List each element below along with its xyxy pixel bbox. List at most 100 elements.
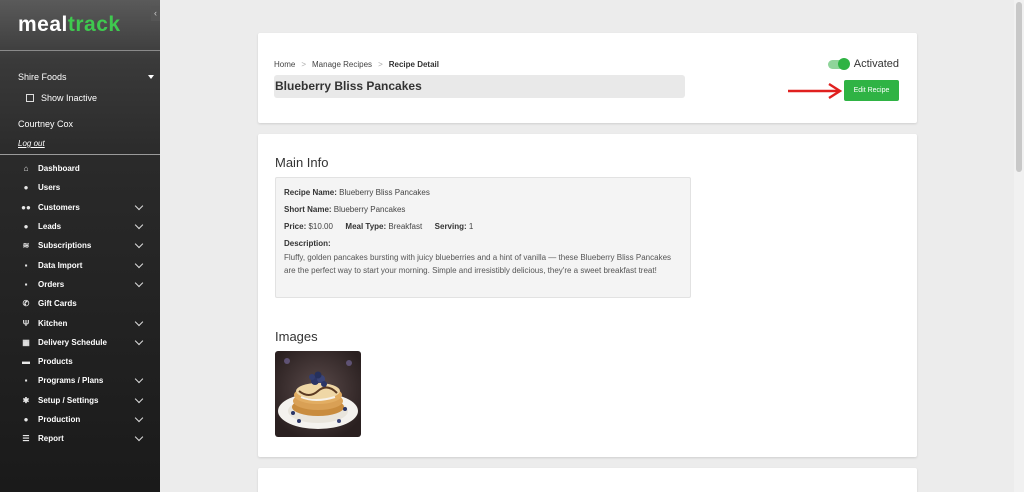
sidebar-item-production[interactable]: ● Production	[0, 410, 160, 429]
clipboard-icon: ▪	[24, 376, 28, 386]
sidebar-item-label: Data Import	[38, 260, 83, 270]
caret-down-icon	[148, 75, 154, 79]
sidebar-item-customers[interactable]: ●● Customers	[0, 198, 160, 217]
sidebar-item-label: Delivery Schedule	[38, 337, 107, 347]
sidebar-item-dashboard[interactable]: ⌂ Dashboard	[0, 159, 160, 178]
sidebar-item-delivery-schedule[interactable]: ▦ Delivery Schedule	[0, 333, 160, 352]
description-label: Description:	[284, 239, 331, 248]
sidebar-item-data-import[interactable]: ▪ Data Import	[0, 255, 160, 274]
chevron-down-icon[interactable]	[134, 413, 144, 423]
main-info-box: Recipe Name: Blueberry Bliss Pancakes Sh…	[275, 177, 691, 298]
sidebar-item-kitchen[interactable]: Ψ Kitchen	[0, 313, 160, 332]
company-name: Shire Foods	[18, 72, 67, 82]
main-info-heading: Main Info	[275, 155, 329, 170]
recipe-name-label: Recipe Name:	[284, 188, 337, 197]
chevron-down-icon[interactable]	[134, 240, 144, 249]
activated-toggle-group: Activated	[827, 57, 899, 70]
recipe-name-row: Recipe Name: Blueberry Bliss Pancakes	[284, 187, 682, 204]
short-name-label: Short Name:	[284, 205, 332, 214]
edit-recipe-button[interactable]: Edit Recipe	[844, 80, 899, 101]
additional-section-card	[258, 468, 917, 492]
gear-icon: ✱	[22, 395, 30, 405]
sidebar-item-label: Setup / Settings	[38, 395, 99, 405]
pancake-image	[275, 351, 361, 437]
layers-icon: ≋	[22, 241, 30, 251]
sidebar-item-label: Programs / Plans	[38, 376, 104, 386]
company-selector[interactable]: Shire Foods	[0, 67, 160, 87]
meal-type-label: Meal Type:	[345, 222, 387, 231]
home-icon: ⌂	[23, 164, 29, 174]
price-label: Price:	[284, 222, 307, 231]
recipe-header-card: Home > Manage Recipes > Recipe Detail Bl…	[258, 33, 917, 123]
sidebar-item-label: Orders	[38, 279, 65, 289]
chevron-down-icon[interactable]	[134, 317, 144, 326]
chevron-left-icon[interactable]: ‹	[151, 6, 160, 21]
logo-text-track: track	[67, 13, 121, 36]
logout-link[interactable]: Log out	[0, 137, 160, 151]
serving-value: 1	[468, 222, 474, 231]
sidebar-item-programs-plans[interactable]: ▪ Programs / Plans	[0, 371, 160, 390]
sidebar-item-label: Gift Cards	[38, 299, 77, 309]
price-value: $10.00	[308, 222, 333, 231]
sidebar-divider	[0, 50, 160, 51]
sidebar-item-users[interactable]: ● Users	[0, 178, 160, 197]
info-icon: ●	[23, 222, 29, 232]
chevron-down-icon[interactable]	[134, 278, 144, 288]
sidebar-item-gift-cards[interactable]: ✆ Gift Cards	[0, 294, 160, 313]
sidebar-divider	[0, 154, 160, 155]
breadcrumb-home[interactable]: Home	[274, 60, 295, 69]
page-title: Blueberry Bliss Pancakes	[274, 75, 685, 98]
description-row: Description:	[284, 238, 682, 251]
utensils-icon: Ψ	[22, 318, 30, 328]
sidebar-item-label: Products	[38, 357, 73, 367]
chevron-down-icon[interactable]	[134, 259, 144, 268]
breadcrumb-separator: >	[378, 60, 383, 69]
page-scrollbar[interactable]	[1014, 0, 1024, 492]
short-name-value: Blueberry Pancakes	[333, 205, 406, 214]
sidebar-item-label: Dashboard	[38, 164, 80, 174]
phone-icon: ✆	[22, 299, 30, 309]
chevron-down-icon[interactable]	[134, 375, 144, 384]
activated-label: Activated	[853, 58, 899, 70]
sidebar-item-label: Report	[38, 434, 64, 444]
meal-type-value: Breakfast	[388, 222, 423, 231]
chevron-down-icon[interactable]	[134, 336, 144, 346]
sidebar-item-setup-settings[interactable]: ✱ Setup / Settings	[0, 391, 160, 410]
recipe-image-thumbnail[interactable]	[275, 351, 361, 437]
images-heading: Images	[275, 329, 318, 344]
recipe-detail-card: Main Info Recipe Name: Blueberry Bliss P…	[258, 134, 917, 457]
toggle-knob	[837, 57, 850, 70]
red-arrow-annotation	[788, 83, 843, 99]
breadcrumb: Home > Manage Recipes > Recipe Detail	[274, 60, 439, 69]
description-value: Fluffy, golden pancakes bursting with ju…	[284, 253, 672, 275]
show-inactive-checkbox[interactable]	[26, 94, 34, 102]
chevron-down-icon[interactable]	[134, 220, 144, 230]
breadcrumb-recipe-detail: Recipe Detail	[388, 60, 439, 69]
sidebar-item-orders[interactable]: ▪ Orders	[0, 275, 160, 294]
breadcrumb-separator: >	[301, 60, 307, 69]
activated-toggle[interactable]	[827, 57, 850, 70]
sidebar-item-products[interactable]: ▬ Products	[0, 352, 160, 371]
chevron-down-icon[interactable]	[134, 433, 144, 442]
chevron-down-icon[interactable]	[134, 201, 144, 210]
breadcrumb-manage-recipes[interactable]: Manage Recipes	[312, 60, 372, 69]
show-inactive-toggle[interactable]: Show Inactive	[0, 89, 160, 107]
sidebar-item-label: Production	[38, 415, 81, 424]
sidebar-item-leads[interactable]: ● Leads	[0, 217, 160, 236]
shopping-bag-icon: ▪	[24, 279, 28, 289]
sidebar-item-label: Users	[38, 183, 61, 193]
sidebar-nav: ⌂ Dashboard ● Users ●● Customers ● Leads ≋ Subscr…	[0, 159, 160, 448]
scrollbar-thumb[interactable]	[1016, 2, 1022, 172]
recipe-name-value: Blueberry Bliss Pancakes	[339, 188, 430, 197]
sidebar-item-subscriptions[interactable]: ≋ Subscriptions	[0, 236, 160, 255]
sidebar-item-report[interactable]: ☰ Report	[0, 429, 160, 448]
logo-text-meal: meal	[18, 13, 68, 36]
current-user-name: Courtney Cox	[18, 119, 74, 129]
app-logo[interactable]: meal track	[0, 0, 160, 50]
user-icon: ●	[23, 183, 29, 193]
box-icon: ▬	[22, 357, 30, 367]
sidebar-item-label: Customers	[38, 202, 80, 212]
list-icon: ☰	[22, 434, 30, 444]
chevron-down-icon[interactable]	[134, 394, 144, 403]
price-row: Price: $10.00 Meal Type: Breakfast Servi…	[284, 221, 682, 238]
